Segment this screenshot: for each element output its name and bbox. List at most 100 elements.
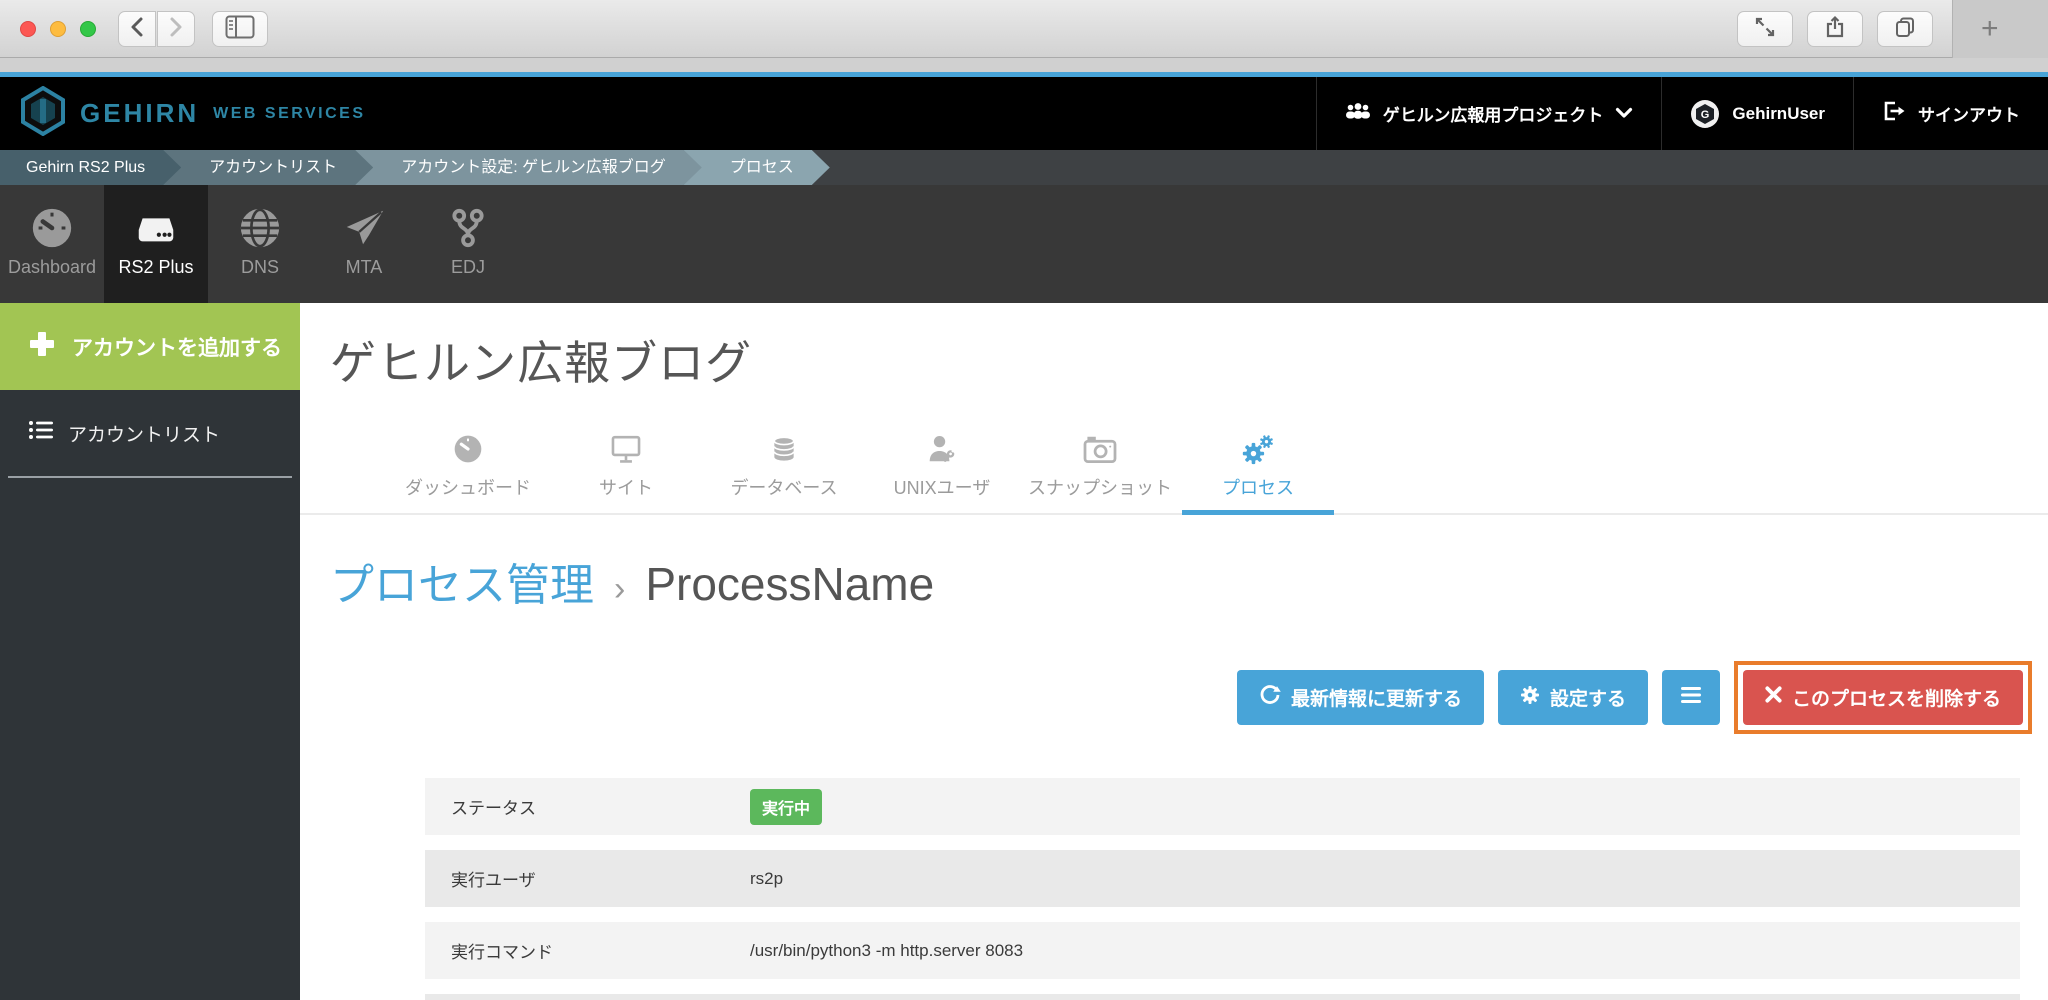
globe-icon xyxy=(237,203,283,253)
row-value: rs2p xyxy=(750,868,784,888)
new-tab-strip: + xyxy=(1952,0,2048,58)
main-content: ゲヒルン広報ブログ ダッシュボード サイト データベース UNIXユーザ スナッ… xyxy=(300,303,2048,1000)
process-name: ProcessName xyxy=(645,558,935,610)
sidebar: アカウントを追加する アカウントリスト xyxy=(0,303,300,1000)
server-icon xyxy=(132,203,180,253)
process-detail-table: ステータス 実行中 実行ユーザ rs2p 実行コマンド /usr/bin/pyt… xyxy=(425,778,2020,1000)
unix-user-icon xyxy=(926,433,958,465)
tab-bar-strip xyxy=(0,58,2048,72)
paper-plane-icon xyxy=(340,203,388,253)
delete-label: このプロセスを削除する xyxy=(1791,689,2001,710)
nav-item-mta[interactable]: MTA xyxy=(312,185,416,303)
close-window-button[interactable] xyxy=(20,21,36,37)
nav-label: MTA xyxy=(345,257,383,277)
row-label: ステータス xyxy=(451,799,536,818)
nav-item-rs2plus[interactable]: RS2 Plus xyxy=(104,185,208,303)
svg-text:G: G xyxy=(1701,109,1710,121)
tab-unix-user[interactable]: UNIXユーザ xyxy=(863,433,1021,513)
user-menu[interactable]: G GehirnUser xyxy=(1661,77,1853,150)
gears-icon xyxy=(1241,433,1275,465)
settings-label: 設定する xyxy=(1549,689,1626,710)
share-icon xyxy=(1823,15,1847,44)
refresh-button[interactable]: 最新情報に更新する xyxy=(1236,670,1484,725)
tab-database[interactable]: データベース xyxy=(705,433,863,513)
table-row-status: ステータス 実行中 xyxy=(425,778,2020,835)
sidebar-item-account-list[interactable]: アカウントリスト xyxy=(0,390,300,476)
project-selector[interactable]: ゲヒルン広報用プロジェクト xyxy=(1315,77,1662,150)
gear-icon xyxy=(1520,685,1540,711)
page-title: ゲヒルン広報ブログ xyxy=(330,337,753,389)
nav-label: RS2 Plus xyxy=(118,257,194,277)
back-button[interactable] xyxy=(118,11,156,47)
chevron-left-icon xyxy=(128,16,146,43)
header-right: ゲヒルン広報用プロジェクト G GehirnUser サインアウト xyxy=(1315,77,2048,150)
minimize-window-button[interactable] xyxy=(50,21,66,37)
traffic-lights xyxy=(20,21,96,37)
refresh-label: 最新情報に更新する xyxy=(1290,689,1462,710)
row-label: 実行コマンド xyxy=(451,943,553,962)
nav-item-dns[interactable]: DNS xyxy=(208,185,312,303)
brand-name: GEHIRN xyxy=(80,98,200,128)
new-tab-button[interactable]: + xyxy=(1981,14,1999,44)
browser-titlebar: + xyxy=(0,0,2048,58)
tab-snapshot[interactable]: スナップショット xyxy=(1021,433,1179,513)
gauge-icon xyxy=(452,433,484,465)
sidebar-toggle-icon xyxy=(225,15,255,44)
breadcrumb-item-account-list[interactable]: アカウントリスト xyxy=(163,150,373,185)
tab-label: プロセス xyxy=(1222,478,1294,498)
breadcrumb-item-account-settings[interactable]: アカウント設定: ゲヒルン広報ブログ xyxy=(355,150,702,185)
chevron-right-separator: › xyxy=(614,570,626,608)
breadcrumb-item-process[interactable]: プロセス xyxy=(684,150,830,185)
fullscreen-button[interactable] xyxy=(1737,11,1793,47)
tab-label: サイト xyxy=(599,478,653,498)
monitor-icon xyxy=(609,433,643,465)
breadcrumb-item-rs2plus[interactable]: Gehirn RS2 Plus xyxy=(0,150,181,185)
refresh-icon xyxy=(1259,684,1281,712)
chevron-down-icon xyxy=(1615,104,1633,124)
nav-item-dashboard[interactable]: Dashboard xyxy=(0,185,104,303)
tab-site[interactable]: サイト xyxy=(547,433,705,513)
fullscreen-icon xyxy=(1753,15,1777,44)
action-buttons: 最新情報に更新する 設定する このプロセスを削除する xyxy=(330,661,2032,734)
signout-icon xyxy=(1882,100,1906,127)
git-branch-icon xyxy=(447,203,489,253)
process-management-link[interactable]: プロセス管理 xyxy=(330,549,594,613)
delete-process-button[interactable]: このプロセスを削除する xyxy=(1742,670,2023,725)
nav-label: EDJ xyxy=(450,257,485,277)
x-icon xyxy=(1765,686,1782,709)
sidebar-item-label: アカウントリスト xyxy=(68,424,221,446)
delete-button-highlight: このプロセスを削除する xyxy=(1733,661,2032,734)
camera-icon xyxy=(1082,433,1118,465)
zoom-window-button[interactable] xyxy=(80,21,96,37)
nav-item-edj[interactable]: EDJ xyxy=(416,185,520,303)
sidebar-divider xyxy=(8,476,292,478)
tabs-bar: ダッシュボード サイト データベース UNIXユーザ スナップショット プロセス xyxy=(300,433,2048,515)
signout-button[interactable]: サインアウト xyxy=(1853,77,2048,150)
add-account-button[interactable]: アカウントを追加する xyxy=(0,303,300,390)
row-value: /usr/bin/python3 -m http.server 8083 xyxy=(750,940,1024,960)
database-icon xyxy=(769,433,799,465)
tab-label: スナップショット xyxy=(1028,478,1172,498)
project-name: ゲヒルン広報用プロジェクト xyxy=(1382,106,1604,125)
nav-label: DNS xyxy=(240,257,279,277)
breadcrumb: Gehirn RS2 Plus アカウントリスト アカウント設定: ゲヒルン広報… xyxy=(0,150,2048,185)
gehirn-shield-icon xyxy=(20,85,66,141)
more-actions-button[interactable] xyxy=(1661,670,1720,725)
hamburger-icon xyxy=(1680,686,1701,709)
gehirn-logo: GEHIRN WEB SERVICES xyxy=(20,85,366,141)
tab-label: データベース xyxy=(730,478,838,498)
plus-icon xyxy=(28,330,56,364)
tabs-overview-icon xyxy=(1893,15,1917,44)
forward-button[interactable] xyxy=(157,11,195,47)
tab-label: ダッシュボード xyxy=(405,478,531,498)
show-tabs-button[interactable] xyxy=(1877,11,1933,47)
tab-process[interactable]: プロセス xyxy=(1179,433,1337,515)
app-header: GEHIRN WEB SERVICES ゲヒルン広報用プロジェクト G Gehi… xyxy=(0,77,2048,150)
share-button[interactable] xyxy=(1807,11,1863,47)
tab-dashboard[interactable]: ダッシュボード xyxy=(389,433,547,513)
nav-label: Dashboard xyxy=(7,257,97,277)
sidebar-toggle-button[interactable] xyxy=(212,11,268,47)
brand-suffix: WEB SERVICES xyxy=(213,104,366,122)
row-label: 実行ユーザ xyxy=(451,871,536,890)
settings-button[interactable]: 設定する xyxy=(1497,670,1648,725)
